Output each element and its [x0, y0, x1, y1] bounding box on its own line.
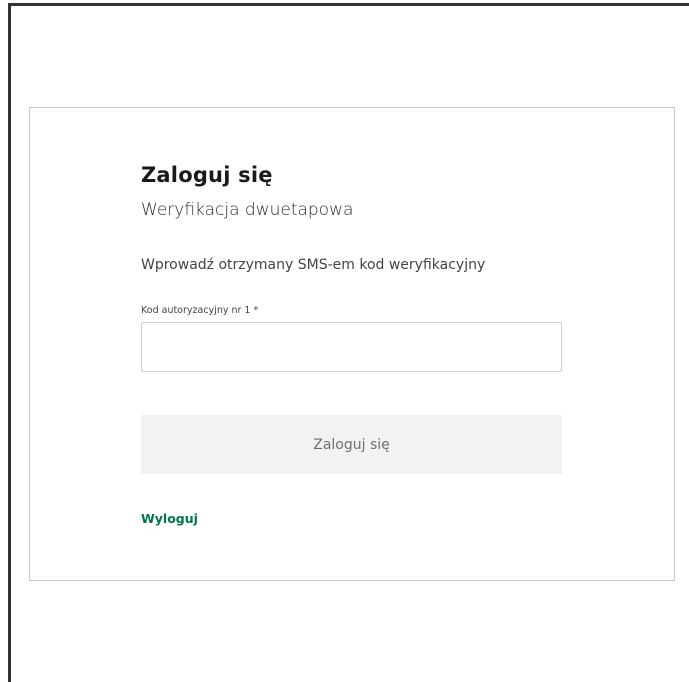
page-subtitle: Weryfikacja dwuetapowa	[141, 200, 354, 220]
logout-link[interactable]: Wyloguj	[141, 511, 198, 526]
login-button[interactable]: Zaloguj się	[141, 415, 562, 474]
code-field-label: Kod autoryzacyjny nr 1 *	[141, 305, 259, 316]
auth-code-input[interactable]	[141, 322, 562, 372]
login-card: Zaloguj się Weryfikacja dwuetapowa Wprow…	[29, 107, 675, 581]
instruction-text: Wprowadź otrzymany SMS-em kod weryfikacy…	[141, 257, 486, 273]
page-title: Zaloguj się	[141, 163, 273, 187]
